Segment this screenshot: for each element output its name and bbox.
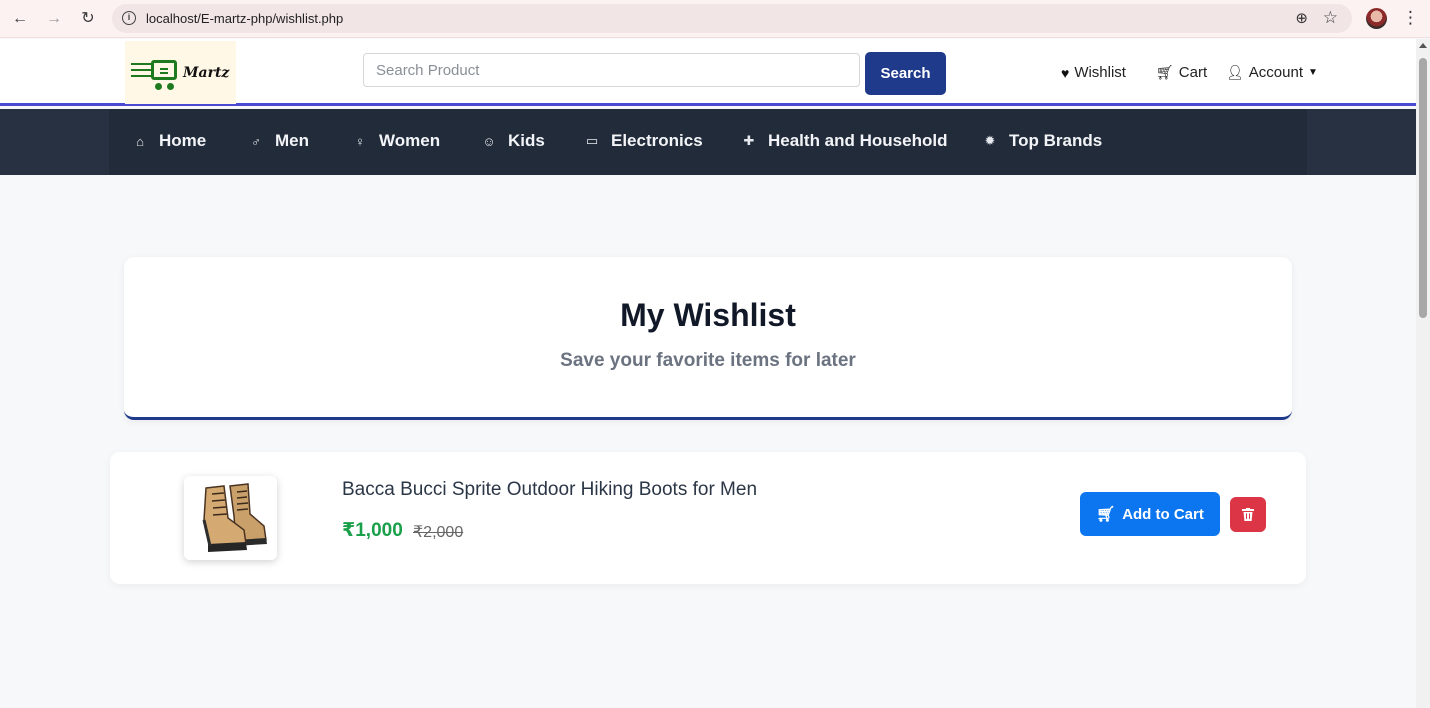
add-to-cart-label: Add to Cart xyxy=(1122,505,1204,523)
category-nav-inner: ⌂ Home ♂ Men ♀ Women ☺ Kids ▭ Electronic… xyxy=(109,109,1307,175)
scrollbar-thumb[interactable] xyxy=(1419,58,1427,318)
reload-icon[interactable]: ↻ xyxy=(78,9,98,29)
trash-icon xyxy=(1242,508,1254,521)
zoom-icon[interactable]: ⊕ xyxy=(1295,9,1308,27)
forward-icon[interactable]: → xyxy=(44,9,64,29)
caret-down-icon: ▼ xyxy=(1307,67,1318,78)
scroll-up-arrow-icon[interactable] xyxy=(1419,43,1427,48)
nav-item-top-brands[interactable]: ✹ Top Brands xyxy=(983,131,1103,151)
logo-text: Martz xyxy=(183,65,230,81)
wishlist-link-label: Wishlist xyxy=(1074,64,1126,81)
product-image[interactable] xyxy=(184,476,277,560)
back-icon[interactable]: ← xyxy=(10,9,30,29)
cart-link-label: Cart xyxy=(1178,64,1208,81)
account-label: Account xyxy=(1248,64,1303,81)
wishlist-header-card: My Wishlist Save your favorite items for… xyxy=(124,257,1292,420)
product-price: ₹1,000 xyxy=(342,520,403,541)
site-info-icon[interactable]: i xyxy=(122,11,136,25)
nav-item-label: Men xyxy=(275,131,309,150)
logo-wheel xyxy=(167,83,174,90)
bookmark-star-icon[interactable]: ☆ xyxy=(1323,8,1338,28)
remove-from-wishlist-button[interactable] xyxy=(1230,497,1266,532)
browser-menu-icon[interactable]: ⋮ xyxy=(1402,8,1419,28)
child-icon: ☺ xyxy=(482,133,496,149)
hiking-boots-image xyxy=(184,476,277,560)
nav-item-health-household[interactable]: ✚ Health and Household xyxy=(742,131,948,151)
female-icon: ♀ xyxy=(355,133,365,149)
cart-link[interactable]: 🛒︎ Cart xyxy=(1156,64,1207,81)
medkit-icon: ✚ xyxy=(743,133,755,148)
nav-item-label: Electronics xyxy=(611,131,703,150)
logo-cart-icon xyxy=(151,60,177,80)
cart-icon: 🛒︎ xyxy=(1096,506,1116,523)
search-button[interactable]: Search xyxy=(865,52,946,95)
home-icon: ⌂ xyxy=(136,133,144,149)
nav-item-electronics[interactable]: ▭ Electronics xyxy=(585,131,703,151)
product-original-price: ₹2,000 xyxy=(413,524,464,541)
laptop-icon: ▭ xyxy=(585,133,599,148)
account-dropdown[interactable]: 👤︎ Account ▼ xyxy=(1226,64,1318,81)
category-nav: ⌂ Home ♂ Men ♀ Women ☺ Kids ▭ Electronic… xyxy=(0,109,1416,175)
user-icon: 👤︎ xyxy=(1226,64,1244,80)
search-input[interactable] xyxy=(363,53,860,87)
cart-icon: 🛒︎ xyxy=(1156,64,1174,80)
logo-wheel xyxy=(155,83,162,90)
nav-item-women[interactable]: ♀ Women xyxy=(353,131,440,151)
site-logo[interactable]: Martz xyxy=(125,41,236,104)
address-bar[interactable]: i localhost/E-martz-php/wishlist.php ⊕ ☆ xyxy=(112,4,1352,33)
nav-item-kids[interactable]: ☺ Kids xyxy=(482,131,545,151)
badge-icon: ✹ xyxy=(984,133,996,148)
speed-lines xyxy=(131,63,151,81)
wishlist-item: Bacca Bucci Sprite Outdoor Hiking Boots … xyxy=(110,452,1306,584)
wishlist-link[interactable]: ♥ Wishlist xyxy=(1061,64,1126,81)
page-subtitle: Save your favorite items for later xyxy=(560,350,856,371)
nav-item-label: Women xyxy=(379,131,441,150)
nav-item-label: Top Brands xyxy=(1009,131,1103,150)
nav-item-men[interactable]: ♂ Men xyxy=(249,131,309,151)
nav-item-label: Kids xyxy=(508,131,545,150)
site-header: Martz Search ♥ Wishlist 🛒︎ Cart 👤︎ Accou… xyxy=(0,39,1416,106)
male-icon: ♂ xyxy=(251,133,261,149)
browser-toolbar: ← → ↻ i localhost/E-martz-php/wishlist.p… xyxy=(0,0,1430,38)
product-name[interactable]: Bacca Bucci Sprite Outdoor Hiking Boots … xyxy=(342,479,757,501)
profile-avatar-icon[interactable] xyxy=(1366,8,1387,29)
url-text: localhost/E-martz-php/wishlist.php xyxy=(146,11,344,26)
nav-item-home[interactable]: ⌂ Home xyxy=(133,131,206,151)
heart-icon: ♥ xyxy=(1061,64,1070,81)
page-title: My Wishlist xyxy=(620,297,796,333)
add-to-cart-button[interactable]: 🛒︎ Add to Cart xyxy=(1080,492,1220,536)
nav-item-label: Health and Household xyxy=(768,131,948,150)
nav-item-label: Home xyxy=(159,131,207,150)
